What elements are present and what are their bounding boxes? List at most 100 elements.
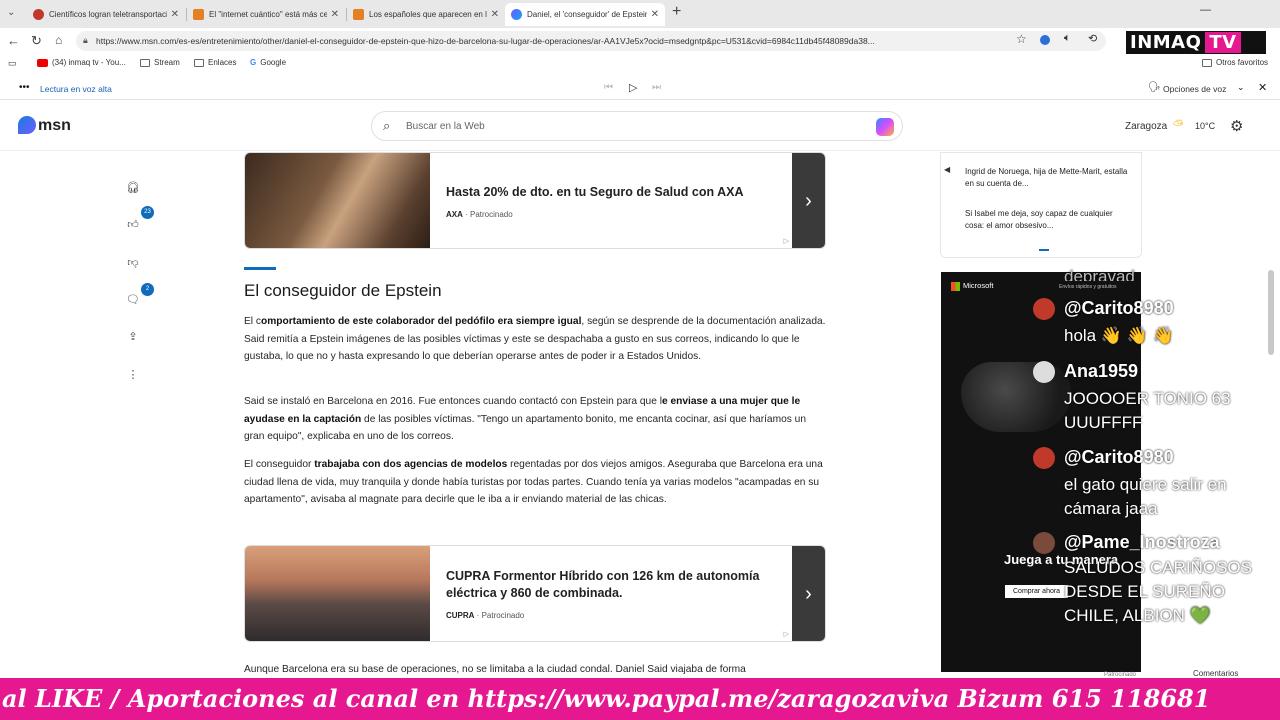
address-bar[interactable]: 🔒︎ https://www.msn.com/es-es/entretenimi…: [76, 31, 1106, 51]
logo-main: INMAQ: [1130, 32, 1202, 53]
address-toolbar: ← ↻ ⌂ 🔒︎ https://www.msn.com/es-es/entre…: [0, 28, 1280, 73]
comments-link[interactable]: Comentarios: [1193, 669, 1238, 678]
more-icon[interactable]: •••: [19, 82, 30, 93]
adchoices-icon[interactable]: ▷: [784, 630, 789, 638]
chat-username: @Pame_Inostroza: [1064, 532, 1220, 552]
close-icon[interactable]: ✕: [171, 9, 179, 20]
refresh-icon[interactable]: ↻: [31, 33, 42, 49]
search-input[interactable]: ⌕ Buscar en la Web: [371, 111, 903, 141]
msn-favicon-icon: [511, 9, 522, 20]
p3-text-a: El conseguidor: [244, 459, 315, 470]
msn-logo[interactable]: msn: [38, 117, 71, 135]
carousel-prev-icon[interactable]: ◀: [944, 165, 950, 174]
favorite-star-icon[interactable]: ☆: [1016, 32, 1027, 46]
ad-sponsored: Patrocinado: [470, 210, 513, 219]
inmaq-tv-logo: INMAQ TV: [1126, 31, 1266, 55]
back-icon[interactable]: ←: [7, 33, 20, 48]
tab-label: Daniel, el 'conseguidor' de Epstein: [527, 10, 647, 19]
comments-icon[interactable]: 🗨︎: [125, 292, 141, 308]
sidebar-toggle-icon[interactable]: ▭: [8, 58, 17, 69]
microsoft-logo-icon: [951, 282, 960, 291]
chevron-right-icon[interactable]: ›: [792, 153, 825, 248]
tab-3[interactable]: Los españoles que aparecen en la ✕: [347, 3, 505, 26]
close-icon[interactable]: ✕: [491, 9, 499, 20]
read-aloud-bar: ••• Lectura en voz alta ⏮︎ ▷ ⏭︎ 🗣︎ Opcio…: [0, 78, 1280, 100]
ad-sponsored: Patrocinado: [481, 611, 525, 620]
location-label[interactable]: Zaragoza: [1125, 121, 1167, 132]
ad-card-cupra[interactable]: CUPRA Formentor Híbrido con 126 km de au…: [244, 545, 826, 642]
section-heading: El conseguidor de Epstein: [244, 281, 442, 300]
p3-bold: trabajaba con dos agencias de modelos: [314, 459, 508, 470]
tab-label: El "internet cuántico" está más cer: [209, 10, 327, 19]
dislike-icon[interactable]: 👎︎: [125, 255, 141, 271]
listen-headphones-icon[interactable]: 🎧︎: [125, 180, 141, 196]
tab-2[interactable]: El "internet cuántico" está más cer ✕: [187, 3, 345, 26]
story-card-1[interactable]: Ingrid de Noruega, hija de Mette-Marit, …: [965, 166, 1129, 190]
chevron-right-icon[interactable]: ›: [792, 546, 825, 641]
tab-list-chevron-icon[interactable]: ⌄: [7, 7, 15, 18]
copilot-icon[interactable]: [876, 118, 894, 136]
avatar: [1033, 532, 1055, 554]
story-card-2[interactable]: Si Isabel me deja, soy capaz de cualquie…: [965, 208, 1129, 232]
carousel-dots: [1039, 249, 1049, 251]
paragraph-2: Said se instaló en Barcelona en 2016. Fu…: [244, 393, 828, 446]
p1-bold: omportamiento de este colaborador del pe…: [260, 316, 582, 327]
msn-header: msn ⌕ Buscar en la Web Zaragoza ⛅︎ 10°C …: [0, 103, 1280, 151]
lock-icon: 🔒︎: [83, 35, 88, 45]
likes-count-badge: 23: [141, 206, 154, 219]
ad-title[interactable]: Hasta 20% de dto. en tu Seguro de Salud …: [446, 184, 786, 201]
page-scrollbar[interactable]: [1268, 270, 1274, 355]
bookmark-stream[interactable]: Stream: [140, 58, 180, 67]
next-icon[interactable]: ⏭︎: [652, 82, 661, 93]
tab-label: Científicos logran teletransportaci: [49, 10, 167, 19]
more-options-icon[interactable]: ⋮: [125, 367, 141, 383]
news-favicon-icon: [193, 9, 204, 20]
chat-text: JOOOOER TONIO 63 UUUFFFF: [1064, 389, 1231, 432]
msn-butterfly-icon: [18, 116, 36, 134]
play-icon[interactable]: ▷: [629, 81, 637, 94]
related-stories-carousel: ◀ Ingrid de Noruega, hija de Mette-Marit…: [940, 152, 1142, 258]
close-icon[interactable]: ✕: [1258, 81, 1267, 94]
tab-4-active[interactable]: Daniel, el 'conseguidor' de Epstein ✕: [505, 3, 665, 26]
news-favicon-icon: [33, 9, 44, 20]
paragraph-4: Aunque Barcelona era su base de operacio…: [244, 664, 746, 675]
minimize-icon[interactable]: —: [1200, 4, 1211, 16]
folder-icon: [194, 58, 204, 67]
bookmark-enlaces[interactable]: Enlaces: [194, 58, 236, 67]
folder-icon: [1202, 58, 1212, 67]
other-favorites[interactable]: Otros favoritos: [1202, 58, 1268, 67]
tab-1[interactable]: Científicos logran teletransportaci ✕: [27, 3, 185, 26]
search-placeholder: Buscar en la Web: [406, 120, 485, 132]
avatar: [1033, 361, 1055, 383]
home-icon[interactable]: ⌂: [55, 33, 62, 47]
story-title: Ingrid de Noruega, hija de Mette-Marit, …: [965, 167, 1128, 188]
sync-icon[interactable]: ⟲: [1088, 32, 1097, 45]
comments-count-badge: 2: [141, 283, 154, 296]
like-icon[interactable]: 👍︎: [125, 217, 141, 233]
chevron-down-icon[interactable]: ⌄: [1237, 82, 1245, 93]
previous-icon[interactable]: ⏮︎: [604, 82, 613, 93]
temperature-label: 10°C: [1195, 121, 1216, 131]
settings-gear-icon[interactable]: ⚙︎: [1230, 117, 1243, 135]
google-icon: G: [250, 58, 257, 67]
p1-text-a: El c: [244, 316, 261, 327]
voice-options-icon: 🗣︎: [1148, 82, 1161, 93]
extension-icon[interactable]: [1040, 35, 1050, 45]
weather-icon: ⛅︎: [1173, 117, 1184, 132]
new-tab-button[interactable]: +: [672, 3, 681, 21]
bookmark-youtube[interactable]: (34) inmaq tv - You...: [37, 58, 126, 67]
stream-chat-overlay: depravad @Carito8980 hola 👋 👋 👋 Ana1959 …: [1024, 265, 1264, 665]
ad-card-axa[interactable]: Hasta 20% de dto. en tu Seguro de Salud …: [244, 152, 826, 249]
ad-brand: CUPRA: [446, 611, 475, 620]
close-icon[interactable]: ✕: [651, 9, 659, 20]
chat-text: SALUDOS CARIÑOSOS DESDE EL SUREÑO CHILE,…: [1064, 558, 1252, 625]
other-favorites-label: Otros favoritos: [1216, 58, 1269, 67]
bookmark-google[interactable]: G Google: [250, 58, 286, 67]
speaker-icon[interactable]: 🔈︎: [1064, 32, 1071, 45]
voice-options-button[interactable]: Opciones de voz: [1163, 84, 1226, 94]
share-icon[interactable]: ⇪: [125, 329, 141, 345]
close-icon[interactable]: ✕: [331, 9, 339, 20]
ad-title[interactable]: CUPRA Formentor Híbrido con 126 km de au…: [446, 568, 786, 602]
adchoices-icon[interactable]: ▷: [784, 237, 789, 245]
heading-accent-bar: [244, 267, 276, 270]
